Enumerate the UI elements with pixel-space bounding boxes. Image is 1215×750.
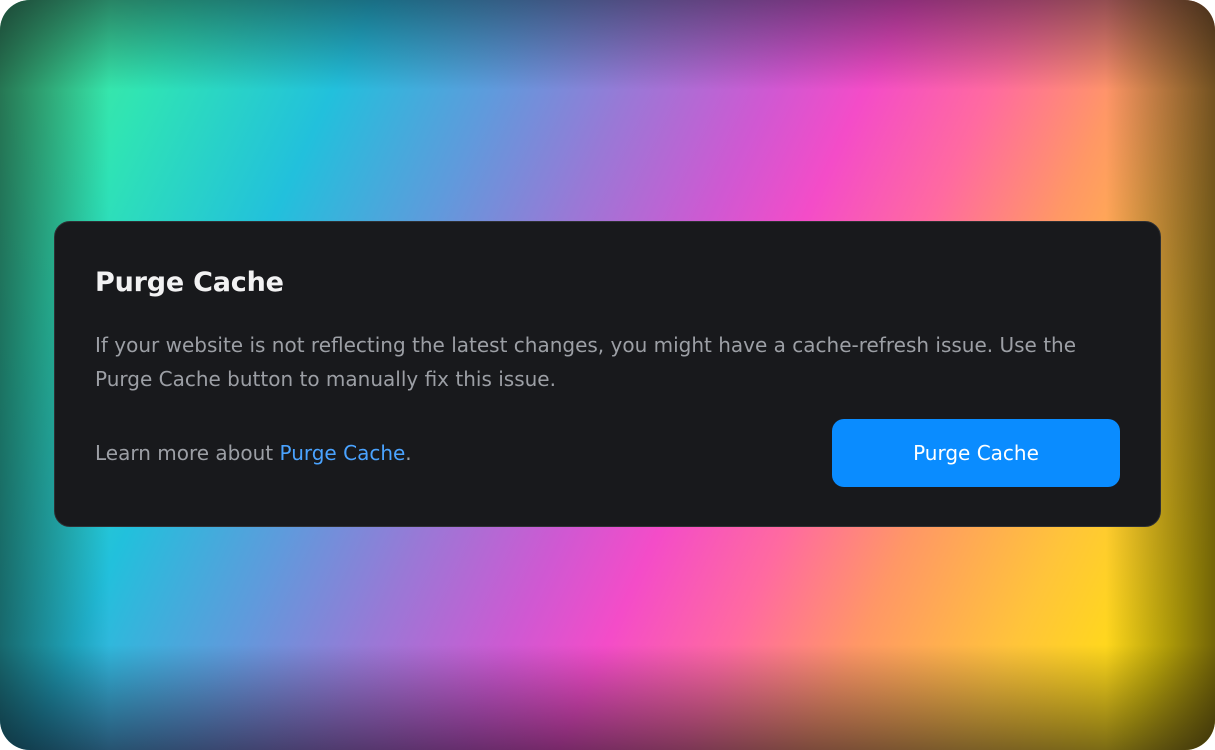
- purge-cache-button[interactable]: Purge Cache: [832, 419, 1120, 487]
- learn-more-suffix: .: [405, 441, 412, 465]
- purge-cache-card: Purge Cache If your website is not refle…: [54, 221, 1161, 527]
- learn-more-text: Learn more about Purge Cache.: [95, 439, 412, 467]
- card-footer: Learn more about Purge Cache. Purge Cach…: [95, 419, 1120, 487]
- card-description: If your website is not reflecting the la…: [95, 333, 1077, 391]
- learn-more-prefix: Learn more about: [95, 441, 280, 465]
- purge-cache-link[interactable]: Purge Cache: [279, 441, 405, 465]
- card-title: Purge Cache: [95, 267, 284, 298]
- gradient-background: Purge Cache If your website is not refle…: [0, 0, 1215, 750]
